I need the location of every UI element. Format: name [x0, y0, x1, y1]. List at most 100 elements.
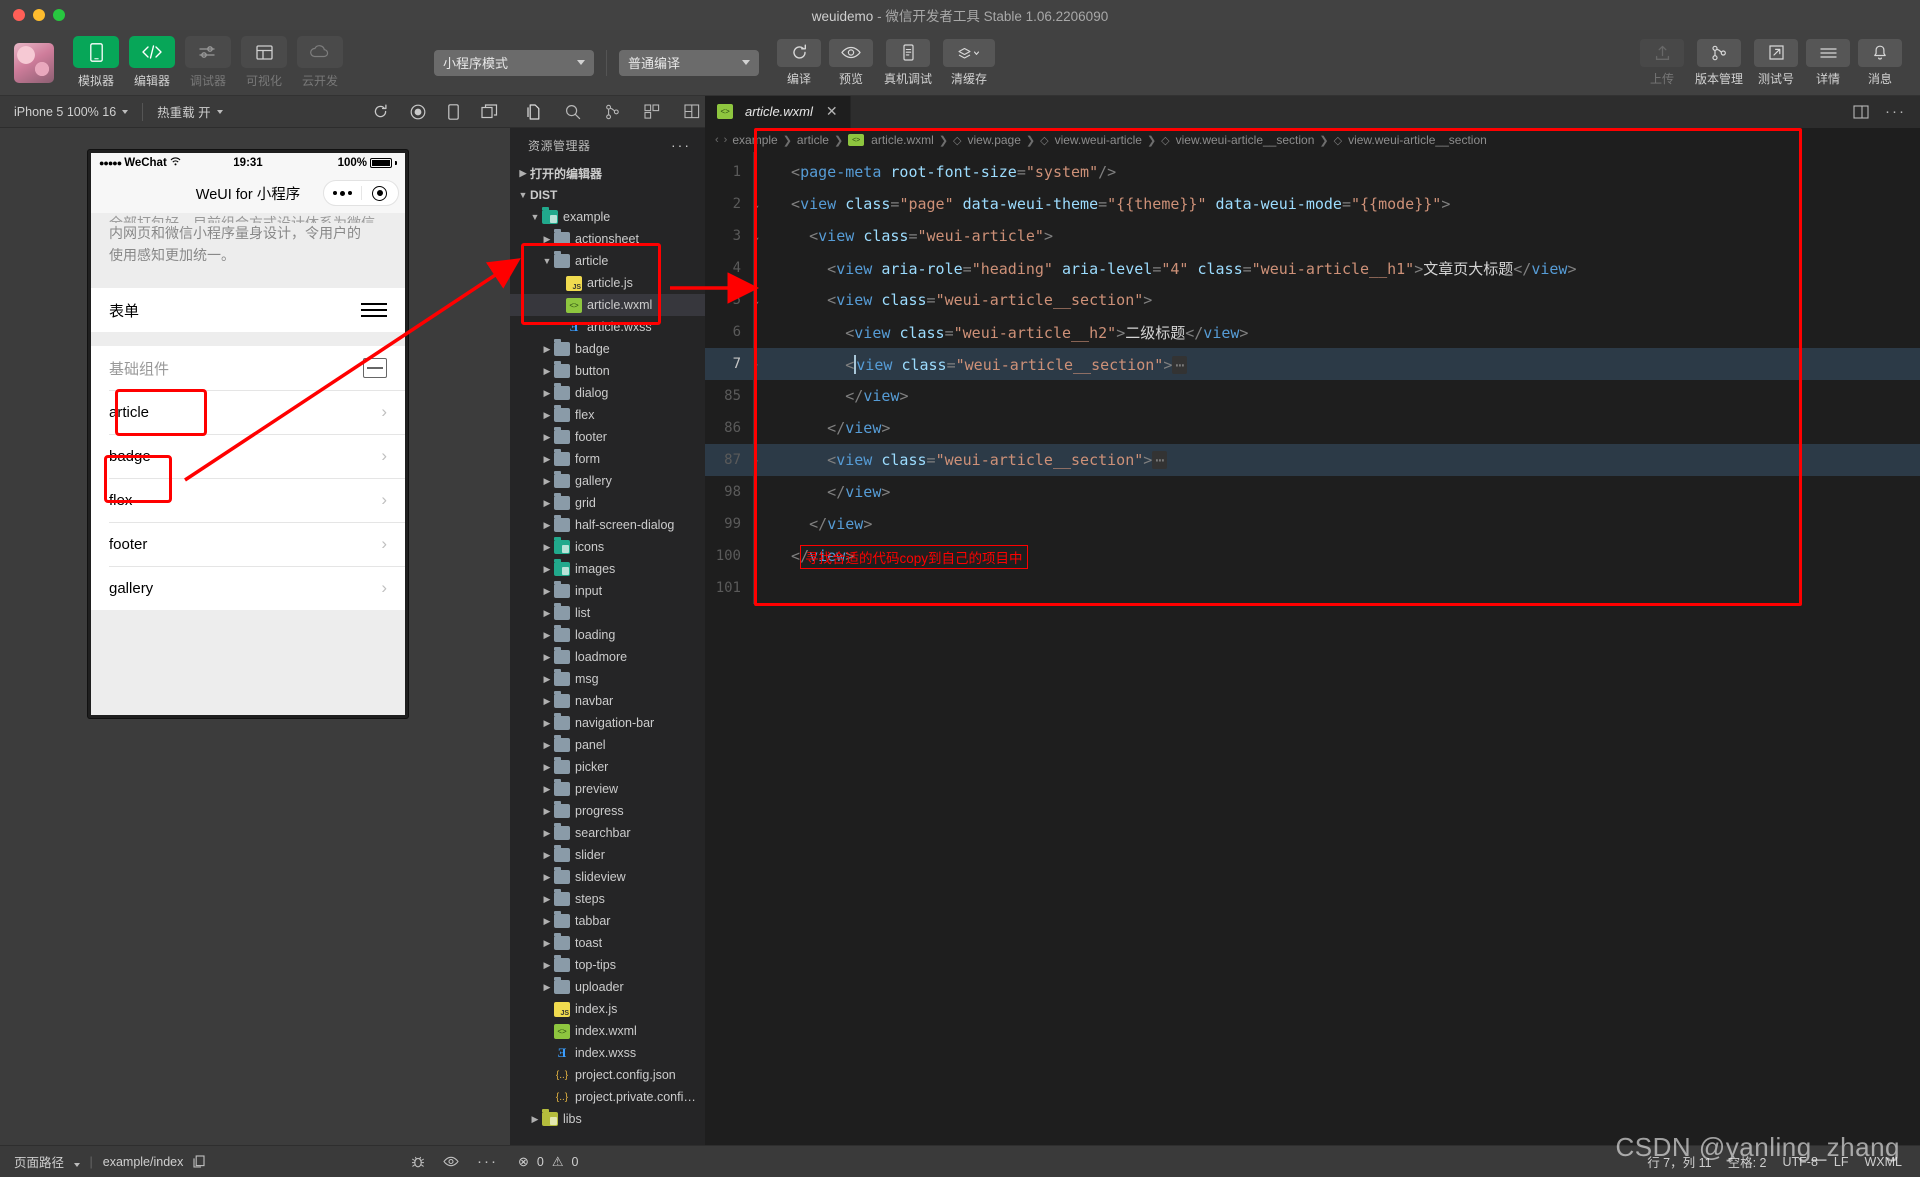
eye-icon[interactable] [443, 1153, 459, 1170]
cursor-position[interactable]: 行 7，列 11 [1647, 1152, 1711, 1171]
page-path-select[interactable]: 页面路径 [14, 1152, 80, 1171]
code-line[interactable]: 3 ⌄ <view class="weui-article"> [705, 220, 1920, 252]
tree-item-slideview[interactable]: ▶ slideview [510, 866, 705, 888]
toolbar-button-editor[interactable]: 编辑器 [126, 36, 178, 89]
cell-flex[interactable]: flex › [91, 478, 405, 522]
tree-item-steps[interactable]: ▶ steps [510, 888, 705, 910]
tree-item-article-wxml[interactable]: <> article.wxml [510, 294, 705, 316]
tree-item-index-wxml[interactable]: <> index.wxml [510, 1020, 705, 1042]
problems-indicator[interactable]: ⊗ 0 ⚠ 0 [510, 1154, 705, 1170]
tree-item-gallery[interactable]: ▶ gallery [510, 470, 705, 492]
cell-article[interactable]: article › [91, 390, 405, 434]
tree-item-toast[interactable]: ▶ toast [510, 932, 705, 954]
clear-cache-button[interactable]: 清缓存 [939, 38, 999, 87]
upload-button[interactable]: 上传 [1636, 38, 1688, 87]
breadcrumb-item[interactable]: article.wxml [871, 133, 934, 147]
section-open-editors[interactable]: ▶ 打开的编辑器 [510, 162, 705, 184]
fold-expanded-icon[interactable]: ⌄ [747, 294, 765, 307]
breadcrumb-item[interactable]: view.weui-article [1055, 133, 1142, 147]
eol-setting[interactable]: LF [1834, 1155, 1849, 1169]
breadcrumb-item[interactable]: article [797, 133, 829, 147]
multi-window-icon[interactable] [481, 104, 498, 119]
copy-icon[interactable] [193, 1155, 205, 1168]
compile-button[interactable]: 编译 [773, 38, 825, 87]
split-pane-icon[interactable] [1853, 104, 1869, 119]
window-controls[interactable] [0, 9, 65, 21]
capsule-menu-icon[interactable] [324, 190, 361, 196]
fold-collapsed-icon[interactable]: › [747, 454, 765, 467]
cell-gallery[interactable]: gallery › [91, 566, 405, 610]
tree-item-index-wxss[interactable]: Ǝindex.wxss [510, 1042, 705, 1064]
messages-button[interactable]: 消息 [1854, 38, 1906, 87]
nav-back-icon[interactable]: ‹ [715, 134, 719, 146]
section-dist[interactable]: ▼ DIST [510, 184, 705, 206]
bug-icon[interactable] [411, 1153, 425, 1170]
capsule-button[interactable] [323, 180, 399, 206]
code-line[interactable]: 2 ⌄ <view class="page" data-weui-theme="{… [705, 188, 1920, 220]
hot-reload-select[interactable]: 热重载 开 [143, 96, 236, 127]
cell-form[interactable]: 表单 [91, 288, 405, 332]
cell-basic-components[interactable]: 基础组件 [91, 346, 405, 390]
tree-item-project-config-json[interactable]: {..} project.config.json [510, 1064, 705, 1086]
tree-item-dialog[interactable]: ▶ dialog [510, 382, 705, 404]
rotate-icon[interactable] [448, 103, 459, 120]
tree-item-article-wxss[interactable]: Ǝarticle.wxss [510, 316, 705, 338]
more-icon[interactable]: ··· [1885, 103, 1906, 120]
tree-item-loadmore[interactable]: ▶ loadmore [510, 646, 705, 668]
nav-forward-icon[interactable]: › [724, 134, 728, 146]
source-control-icon[interactable] [605, 104, 620, 120]
tab-article-wxml[interactable]: <> article.wxml ✕ [705, 95, 851, 128]
tree-item-progress[interactable]: ▶ progress [510, 800, 705, 822]
preview-button[interactable]: 预览 [825, 38, 877, 87]
tree-item-button[interactable]: ▶ button [510, 360, 705, 382]
search-icon[interactable] [565, 104, 581, 120]
version-control-button[interactable]: 版本管理 [1688, 38, 1750, 87]
encoding-setting[interactable]: UTF-8 [1782, 1155, 1817, 1169]
refresh-icon[interactable] [373, 104, 388, 119]
code-line[interactable]: 85 </view> [705, 380, 1920, 412]
test-account-button[interactable]: 测试号 [1750, 38, 1802, 87]
tree-item-index-js[interactable]: JS index.js [510, 998, 705, 1020]
fold-expanded-icon[interactable]: ⌄ [747, 198, 765, 211]
tree-item-half-screen-dialog[interactable]: ▶ half-screen-dialog [510, 514, 705, 536]
tree-item-form[interactable]: ▶ form [510, 448, 705, 470]
split-editor-icon[interactable] [684, 104, 700, 119]
user-avatar[interactable] [14, 42, 54, 83]
tree-item-panel[interactable]: ▶ panel [510, 734, 705, 756]
tree-item-flex[interactable]: ▶ flex [510, 404, 705, 426]
record-icon[interactable] [410, 104, 426, 120]
files-icon[interactable] [526, 103, 541, 120]
tree-item-list[interactable]: ▶ list [510, 602, 705, 624]
tree-item-actionsheet[interactable]: ▶ actionsheet [510, 228, 705, 250]
code-line[interactable]: 99 </view> [705, 508, 1920, 540]
toolbar-button-visual[interactable]: 可视化 [238, 36, 290, 89]
close-window-button[interactable] [13, 9, 25, 21]
compile-type-select[interactable]: 普通编译 [619, 49, 759, 76]
code-line[interactable]: 1 <page-meta root-font-size="system"/> [705, 156, 1920, 188]
code-line[interactable]: 4 <view aria-role="heading" aria-level="… [705, 252, 1920, 284]
capsule-close-icon[interactable] [362, 185, 399, 201]
real-device-debug-button[interactable]: 真机调试 [877, 38, 939, 87]
code-line[interactable]: 7 › < view class="weui-article__section"> ⋯ [705, 348, 1920, 380]
code-line[interactable]: 101 [705, 572, 1920, 604]
code-line[interactable]: 86 </view> [705, 412, 1920, 444]
cell-badge[interactable]: badge › [91, 434, 405, 478]
tree-item-libs[interactable]: ▶ libs [510, 1108, 705, 1130]
tree-item-top-tips[interactable]: ▶ top-tips [510, 954, 705, 976]
tree-item-grid[interactable]: ▶ grid [510, 492, 705, 514]
maximize-window-button[interactable] [53, 9, 65, 21]
tree-item-article-js[interactable]: JS article.js [510, 272, 705, 294]
more-icon[interactable]: ··· [477, 1153, 498, 1170]
tree-item-example[interactable]: ▼ example [510, 206, 705, 228]
fold-collapsed-icon[interactable]: › [747, 358, 765, 371]
code-line[interactable]: 5 ⌄ <view class="weui-article__section"> [705, 284, 1920, 316]
tree-item-searchbar[interactable]: ▶ searchbar [510, 822, 705, 844]
code-content[interactable]: 1 <page-meta root-font-size="system"/> 2 ⌄… [705, 152, 1920, 604]
breadcrumb-item[interactable]: example [732, 133, 777, 147]
tree-item-navigation-bar[interactable]: ▶ navigation-bar [510, 712, 705, 734]
tree-item-navbar[interactable]: ▶ navbar [510, 690, 705, 712]
breadcrumb-item[interactable]: view.weui-article__section [1176, 133, 1315, 147]
tree-item-tabbar[interactable]: ▶ tabbar [510, 910, 705, 932]
toolbar-button-cloud[interactable]: 云开发 [294, 36, 346, 89]
tree-item-input[interactable]: ▶ input [510, 580, 705, 602]
